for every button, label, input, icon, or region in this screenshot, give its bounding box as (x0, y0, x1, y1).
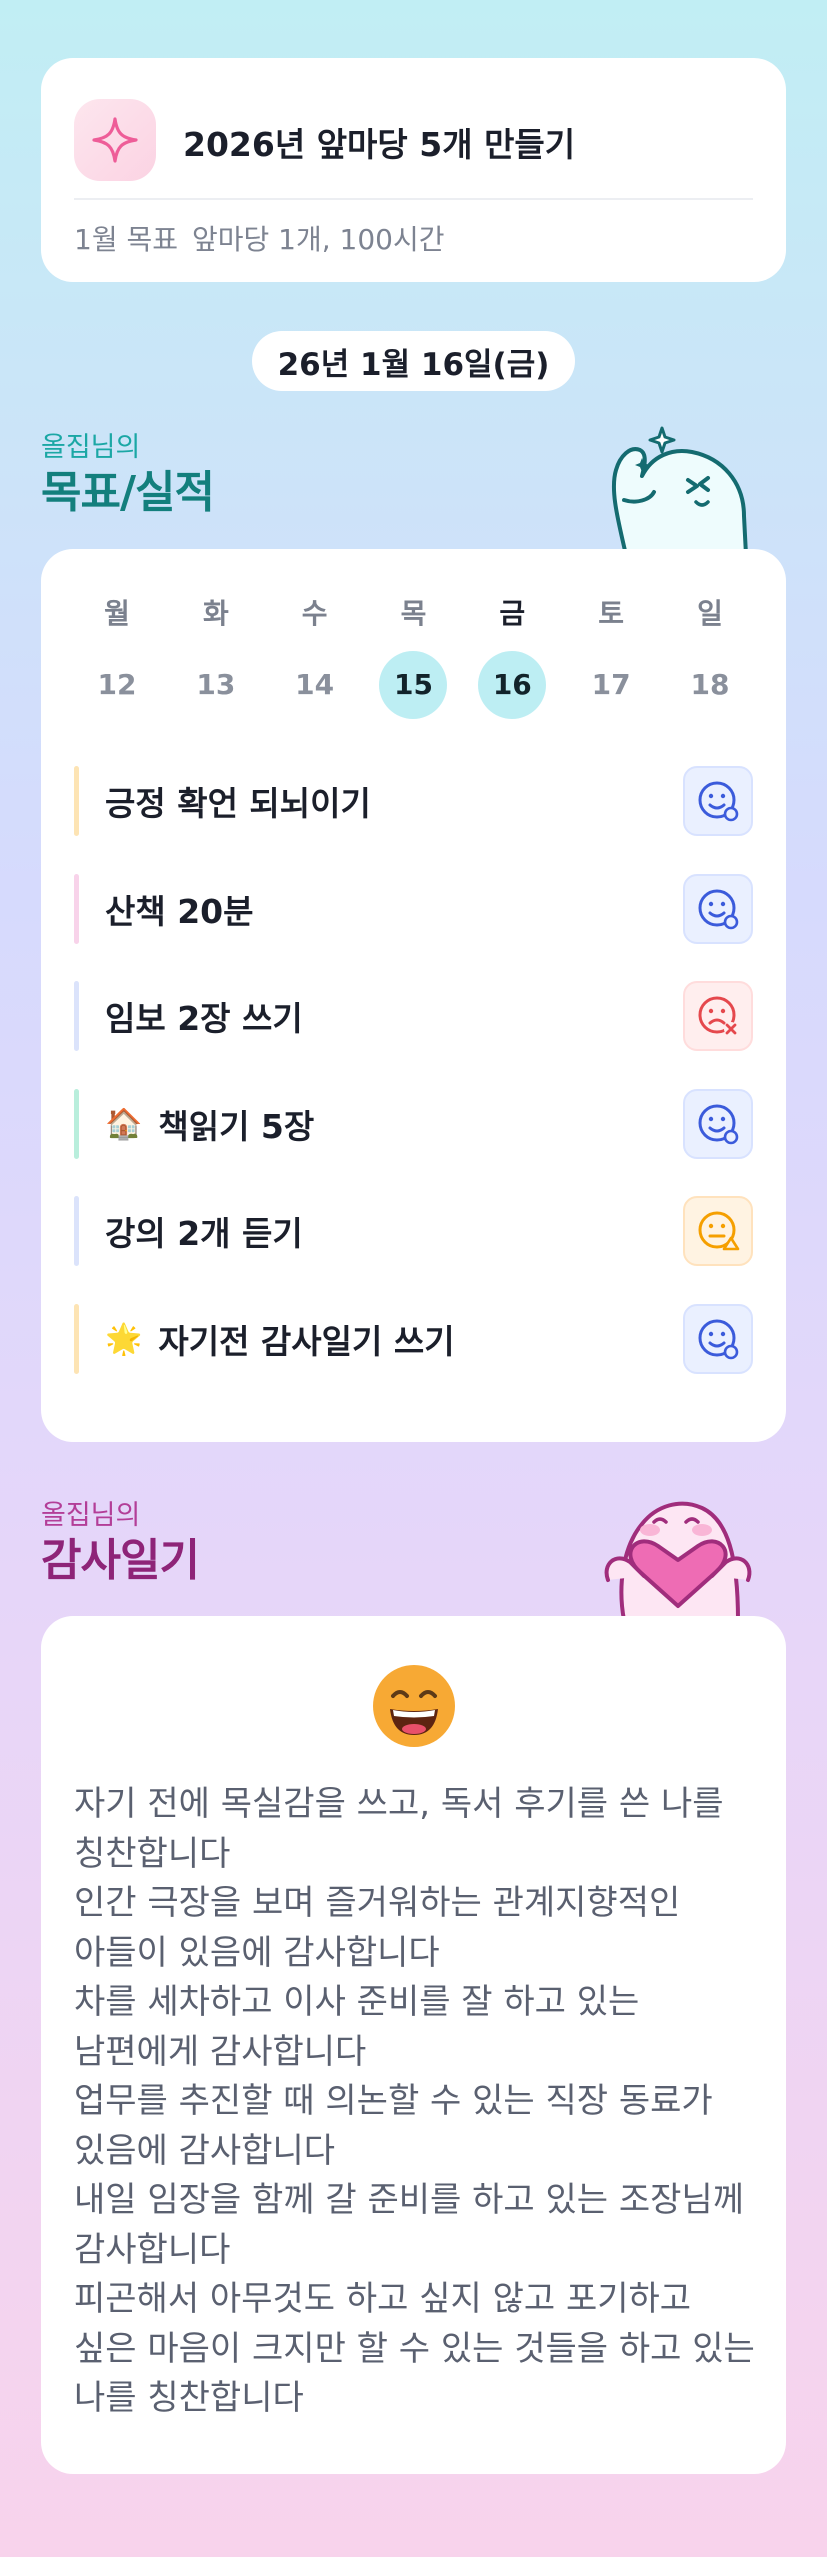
day-number: 15 (379, 651, 448, 719)
habit-color-bar (74, 1304, 79, 1374)
gratitude-entry: 내일 임장을 함께 갈 준비를 하고 있는 조장님께 감사합니다 (74, 2180, 744, 2270)
mascot-heart-icon (604, 1501, 752, 1620)
goal-title: 2026년 앞마당 5개 만들기 (183, 125, 576, 164)
habit-row[interactable]: 임보 2장 쓰기 (74, 981, 753, 1051)
habit-color-bar (74, 766, 79, 836)
goal-card[interactable]: 2026년 앞마당 5개 만들기 1월 목표 앞마당 1개, 100시간 (41, 58, 786, 282)
status-failed-icon[interactable] (683, 981, 753, 1051)
status-done-icon[interactable] (683, 766, 753, 836)
week-calendar: 월 12 화 13 수 14 목 15 금 16 토 17 일 18 (83, 592, 744, 719)
sparkle-icon (74, 99, 156, 181)
monthly-goal-label: 1월 목표 (74, 223, 178, 256)
gratitude-entry: 피곤해서 아무것도 하고 싶지 않고 포기하고 싶은 마음이 크지만 할 수 있… (74, 2279, 755, 2418)
day-number: 16 (478, 651, 547, 719)
habit-label: 강의 2개 듣기 (105, 1214, 303, 1253)
day-mon[interactable]: 월 12 (83, 592, 151, 719)
habit-label: 임보 2장 쓰기 (105, 999, 303, 1038)
glowing-star-icon: 🌟 (105, 1321, 143, 1357)
habit-row[interactable]: 🌟 자기전 감사일기 쓰기 (74, 1304, 753, 1374)
day-name: 토 (598, 597, 625, 630)
habit-row[interactable]: 강의 2개 듣기 (74, 1196, 753, 1266)
habit-row[interactable]: 산책 20분 (74, 874, 753, 944)
day-wed[interactable]: 수 14 (281, 592, 349, 719)
day-name: 수 (301, 597, 328, 630)
day-name: 일 (697, 597, 723, 630)
mascot-ghost-icon (611, 426, 748, 555)
habit-label: 자기전 감사일기 쓰기 (158, 1322, 455, 1361)
date-pill[interactable]: 26년 1월 16일(금) (252, 331, 575, 391)
day-name: 목 (400, 597, 427, 630)
habit-label: 책읽기 5장 (158, 1107, 315, 1146)
day-name: 금 (499, 597, 526, 630)
habit-color-bar (74, 981, 79, 1051)
gratitude-section-title: 감사일기 (41, 1535, 200, 1586)
goals-section-title: 목표/실적 (41, 467, 215, 518)
day-name: 월 (104, 597, 130, 630)
status-done-icon[interactable] (683, 874, 753, 944)
status-done-icon[interactable] (683, 1089, 753, 1159)
day-number: 12 (97, 668, 137, 701)
status-partial-icon[interactable] (683, 1196, 753, 1266)
day-tue[interactable]: 화 13 (182, 592, 250, 719)
habit-color-bar (74, 874, 79, 944)
day-fri[interactable]: 금 16 (478, 592, 547, 719)
day-number: 18 (690, 668, 730, 701)
gratitude-entry: 업무를 추진할 때 의논할 수 있는 직장 동료가 있음에 감사합니다 (74, 2081, 713, 2171)
monthly-goal-value: 앞마당 1개, 100시간 (192, 223, 445, 256)
status-done-icon[interactable] (683, 1304, 753, 1374)
day-number: 17 (591, 668, 631, 701)
gratitude-entry: 차를 세차하고 이사 준비를 잘 하고 있는 남편에게 감사합니다 (74, 1982, 640, 2072)
gratitude-card: 자기 전에 목실감을 쓰고, 독서 후기를 쓴 나를 칭찬합니다 인간 극장을 … (41, 1616, 786, 2474)
day-name: 화 (202, 597, 229, 630)
grinning-face-icon (373, 1665, 455, 1747)
divider (74, 198, 753, 200)
habit-label: 산책 20분 (105, 892, 254, 931)
monthly-goal: 1월 목표 앞마당 1개, 100시간 (74, 218, 459, 258)
day-thu[interactable]: 목 15 (379, 592, 448, 719)
habit-row[interactable]: 🏠 책읽기 5장 (74, 1089, 753, 1159)
gratitude-entry: 자기 전에 목실감을 쓰고, 독서 후기를 쓴 나를 칭찬합니다 (74, 1784, 724, 1874)
habit-label: 긍정 확언 되뇌이기 (105, 784, 371, 823)
house-icon: 🏠 (105, 1106, 143, 1142)
day-number: 14 (295, 668, 335, 701)
habit-color-bar (74, 1196, 79, 1266)
habit-color-bar (74, 1089, 79, 1159)
gratitude-entry: 인간 극장을 보며 즐거워하는 관계지향적인 아들이 있음에 감사합니다 (74, 1883, 681, 1973)
goals-card: 월 12 화 13 수 14 목 15 금 16 토 17 일 18 긍정 확언 되뇌이기 산… (41, 549, 786, 1442)
day-sat[interactable]: 토 17 (577, 592, 645, 719)
day-number: 13 (196, 668, 236, 701)
gratitude-entries: 자기 전에 목실감을 쓰고, 독서 후기를 쓴 나를 칭찬합니다 인간 극장을 … (74, 1780, 756, 2424)
habit-row[interactable]: 긍정 확언 되뇌이기 (74, 766, 753, 836)
day-sun[interactable]: 일 18 (676, 592, 744, 719)
